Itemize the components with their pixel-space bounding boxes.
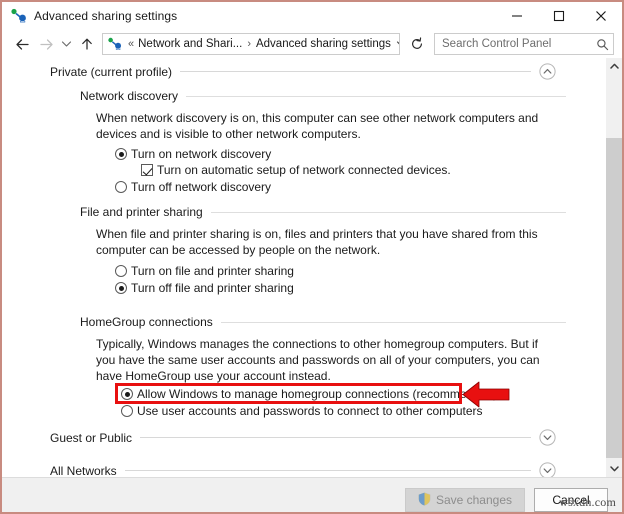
network-sharing-icon xyxy=(10,8,28,24)
section-title-guest-or-public: Guest or Public xyxy=(50,430,133,445)
group-rule xyxy=(210,211,566,213)
save-changes-button[interactable]: Save changes xyxy=(404,488,525,512)
group-description-file-and-printer-sharing: When file and printer sharing is on, fil… xyxy=(96,227,538,257)
scroll-up-arrow-icon[interactable] xyxy=(606,58,622,75)
section-title-all-networks: All Networks xyxy=(50,463,117,478)
chevron-down-icon[interactable] xyxy=(539,462,556,477)
search-control-panel-box[interactable]: Search Control Panel xyxy=(434,33,614,55)
section-header-all-networks[interactable]: All Networks xyxy=(50,462,566,477)
radio-turn-off-file-and-printer-sharing[interactable]: Turn off file and printer sharing xyxy=(115,281,294,296)
scroll-down-arrow-icon[interactable] xyxy=(606,460,622,477)
address-bar[interactable]: « Network and Shari... › Advanced sharin… xyxy=(102,33,400,55)
address-network-sharing-icon xyxy=(107,37,123,51)
chevron-down-icon[interactable] xyxy=(539,429,556,446)
group-rule xyxy=(220,321,566,323)
radio-indicator[interactable] xyxy=(115,265,127,277)
radio-indicator[interactable] xyxy=(121,388,133,400)
option-label: Turn on file and printer sharing xyxy=(131,264,294,278)
title-bar: Advanced sharing settings xyxy=(2,2,622,30)
window-controls xyxy=(496,2,622,30)
breadcrumb-item-advanced-sharing-settings[interactable]: Advanced sharing settings xyxy=(255,38,392,50)
magnifier-icon[interactable] xyxy=(591,38,613,51)
settings-scroll-region: Private (current profile) Network discov… xyxy=(2,58,605,477)
section-rule xyxy=(124,470,531,471)
close-button[interactable] xyxy=(580,2,622,30)
radio-indicator[interactable] xyxy=(115,148,127,160)
section-title-private: Private (current profile) xyxy=(50,64,173,79)
group-title-file-and-printer-sharing: File and printer sharing xyxy=(80,205,203,219)
option-label: Allow Windows to manage homegroup connec… xyxy=(137,387,498,401)
group-header-network-discovery: Network discovery xyxy=(80,89,588,103)
section-header-guest-or-public[interactable]: Guest or Public xyxy=(50,429,566,446)
option-label: Use user accounts and passwords to conne… xyxy=(137,404,483,418)
checkbox-turn-on-automatic-setup[interactable]: Turn on automatic setup of network conne… xyxy=(141,163,451,178)
recent-locations-chevron-down-icon[interactable] xyxy=(58,33,75,55)
content-area: Private (current profile) Network discov… xyxy=(2,58,622,477)
maximize-button[interactable] xyxy=(538,2,580,30)
minimize-button[interactable] xyxy=(496,2,538,30)
up-button[interactable] xyxy=(75,33,99,55)
option-label: Turn off file and printer sharing xyxy=(131,281,294,295)
breadcrumb-separator[interactable]: › xyxy=(243,38,255,50)
dialog-footer: Save changes Cancel xyxy=(2,477,622,512)
window-title: Advanced sharing settings xyxy=(34,9,178,23)
option-label: Turn off network discovery xyxy=(131,180,272,194)
back-button[interactable] xyxy=(10,33,34,55)
checkbox-indicator[interactable] xyxy=(141,164,153,176)
save-changes-label: Save changes xyxy=(435,493,512,507)
radio-turn-on-network-discovery[interactable]: Turn on network discovery xyxy=(115,147,271,162)
option-label: Turn on automatic setup of network conne… xyxy=(157,163,451,177)
section-rule xyxy=(180,71,531,72)
radio-indicator[interactable] xyxy=(115,181,127,193)
group-description-network-discovery: When network discovery is on, this compu… xyxy=(96,111,539,141)
refresh-button[interactable] xyxy=(406,33,428,55)
address-chevron-down-icon[interactable] xyxy=(392,40,399,48)
option-label: Turn on network discovery xyxy=(131,147,272,161)
chevron-up-icon[interactable] xyxy=(539,63,556,80)
vertical-scrollbar[interactable] xyxy=(605,58,622,477)
group-header-file-and-printer-sharing: File and printer sharing xyxy=(80,205,588,219)
uac-shield-icon xyxy=(418,491,431,509)
breadcrumb-overflow-icon[interactable]: « xyxy=(127,38,137,50)
radio-use-user-accounts-and-passwords[interactable]: Use user accounts and passwords to conne… xyxy=(121,404,483,419)
radio-turn-off-network-discovery[interactable]: Turn off network discovery xyxy=(115,180,271,195)
scrollbar-thumb[interactable] xyxy=(606,138,622,458)
group-title-homegroup-connections: HomeGroup connections xyxy=(80,315,213,329)
breadcrumb-item-network-and-sharing[interactable]: Network and Shari... xyxy=(137,38,243,50)
radio-indicator[interactable] xyxy=(115,282,127,294)
group-rule xyxy=(186,95,566,97)
watermark: wsxdn.com xyxy=(559,495,616,509)
group-title-network-discovery: Network discovery xyxy=(80,89,179,103)
search-input[interactable]: Search Control Panel xyxy=(435,38,591,50)
forward-button[interactable] xyxy=(34,33,58,55)
radio-allow-windows-manage-homegroup[interactable]: Allow Windows to manage homegroup connec… xyxy=(121,387,497,402)
advanced-sharing-settings-window: Advanced sharing settings « Network and … xyxy=(0,0,624,514)
group-description-homegroup-connections: Typically, Windows manages the connectio… xyxy=(96,337,540,383)
navigation-bar: « Network and Shari... › Advanced sharin… xyxy=(2,30,622,58)
group-header-homegroup-connections: HomeGroup connections xyxy=(80,315,588,329)
section-rule xyxy=(140,437,531,438)
section-header-private[interactable]: Private (current profile) xyxy=(50,63,566,80)
radio-turn-on-file-and-printer-sharing[interactable]: Turn on file and printer sharing xyxy=(115,264,294,279)
radio-indicator[interactable] xyxy=(121,405,133,417)
